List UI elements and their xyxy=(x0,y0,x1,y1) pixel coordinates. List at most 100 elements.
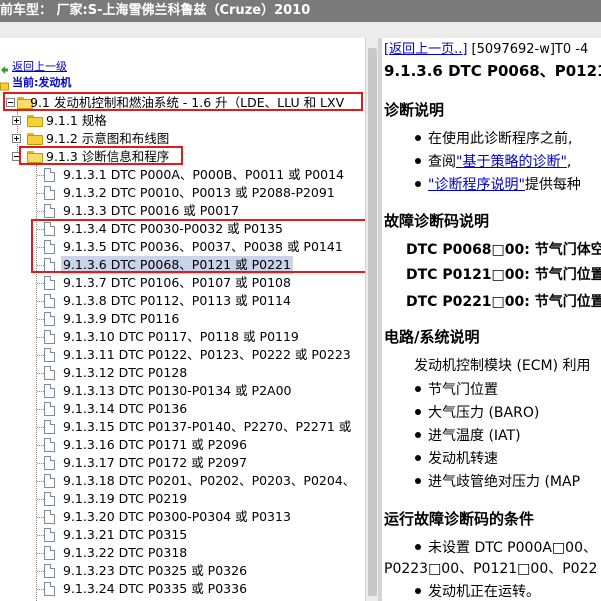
circuit-item: 进气歧管绝对压力 (MAP xyxy=(428,474,581,490)
folder-icon xyxy=(27,133,43,145)
tree-item-label[interactable]: 9.1.3.12 DTC P0128 xyxy=(63,364,187,382)
expand-toggle-icon[interactable] xyxy=(12,116,21,125)
back-page-link[interactable]: [返回上一页..] xyxy=(384,42,467,57)
doc-id: [5097692-w]T0 -4 xyxy=(467,42,589,57)
run-bullet-2: 发动机正在运转。 xyxy=(428,584,540,600)
tree-connector xyxy=(37,553,44,554)
highlight-box-folder xyxy=(19,146,183,165)
tree-item-label[interactable]: 9.1.3.7 DTC P0106、P0107 或 P0108 xyxy=(63,274,291,292)
bullet-icon xyxy=(415,181,421,187)
document-icon xyxy=(44,546,55,560)
content-pane: [返回上一页..] [5097692-w]T0 -4 9.1.3.6 DTC P… xyxy=(382,38,601,601)
tree-connector xyxy=(37,517,44,518)
bullet-icon xyxy=(415,455,421,461)
tree-item-label[interactable]: 9.1.3.24 DTC P0335 或 P0336 xyxy=(63,580,247,598)
tree-item-label[interactable]: 9.1.3.18 DTC P0201、P0202、P0203、P0204、 xyxy=(63,472,355,490)
tree-connector xyxy=(37,535,44,536)
tree-connector xyxy=(37,355,44,356)
tree-item-label[interactable]: 9.1.3.10 DTC P0117、P0118 或 P0119 xyxy=(63,328,299,346)
expand-toggle-icon[interactable] xyxy=(12,134,21,143)
diag-bullet-2-suffix: , xyxy=(566,154,572,170)
tree-connector xyxy=(37,499,44,500)
document-icon xyxy=(44,276,55,290)
dtc-3-text: DTC P0221□00: 节气门位置 xyxy=(406,294,601,310)
circuit-item: 节气门位置 xyxy=(428,382,498,398)
tree-item-label[interactable]: 9.1.3.14 DTC P0136 xyxy=(63,400,187,418)
procedure-description-link[interactable]: "诊断程序说明" xyxy=(428,177,525,193)
document-icon xyxy=(44,384,55,398)
bullet-icon xyxy=(415,386,421,392)
bullet-icon xyxy=(415,409,421,415)
tree-item-label[interactable]: 9.1.3.9 DTC P0116 xyxy=(63,310,179,328)
tree-item-label[interactable]: 9.1.3.11 DTC P0122、P0123、P0222 或 P0223 xyxy=(63,346,351,364)
title-bar: 前车型： 厂家:S-上海雪佛兰科鲁兹（Cruze）2010 xyxy=(0,0,601,22)
tree-item-label[interactable]: 9.1.3.13 DTC P0130-P0134 或 P2A00 xyxy=(63,382,292,400)
tree-connector xyxy=(37,463,44,464)
dtc-line-1: DTC P0068□00: 节气门体空 xyxy=(406,239,601,259)
document-icon xyxy=(44,510,55,524)
tree-connector xyxy=(37,427,44,428)
tree-item-label[interactable]: 9.1.3.8 DTC P0112、P0113 或 P0114 xyxy=(63,292,291,310)
tree-item-label[interactable]: 9.1.3.23 DTC P0325 或 P0326 xyxy=(63,562,247,580)
document-icon xyxy=(44,582,55,596)
section-heading-run-conditions: 运行故障诊断码的条件 xyxy=(384,510,535,528)
tree-connector xyxy=(37,571,44,572)
tree-connector xyxy=(37,175,44,176)
section-heading-diagnostics: 诊断说明 xyxy=(384,101,445,119)
scrollbar-thumb[interactable] xyxy=(368,48,377,596)
bullet-icon xyxy=(415,544,421,550)
tree-item-label[interactable]: 9.1.3.2 DTC P0010、P0013 或 P2088-P2091 xyxy=(63,184,335,202)
bullet-icon xyxy=(415,135,421,141)
tree-item-label[interactable]: 9.1.3.17 DTC P0172 或 P2097 xyxy=(63,454,247,472)
bullet-icon xyxy=(415,432,421,438)
circuit-intro: 发动机控制模块 (ECM) 利用 xyxy=(414,358,591,374)
diag-bullet-3: "诊断程序说明"提供每种 xyxy=(428,174,581,194)
tree-scrollbar[interactable] xyxy=(365,38,378,601)
document-icon xyxy=(44,564,55,578)
tree-connector xyxy=(37,211,44,212)
highlight-box-root xyxy=(3,92,363,111)
tree-item-label[interactable]: 9.1.3.21 DTC P0315 xyxy=(63,526,187,544)
run-bullet-1-continued: P0223□00、P0121□00、P022 xyxy=(384,561,598,577)
tree-item-label[interactable]: 9.1.3.22 DTC P0318 xyxy=(63,544,187,562)
tree-connector xyxy=(37,193,44,194)
diag-bullet-1: 在使用此诊断程序之前, xyxy=(428,131,573,147)
dtc-line-3: DTC P0221□00: 节气门位置 xyxy=(406,291,601,311)
document-icon xyxy=(44,186,55,200)
tree-connector xyxy=(37,481,44,482)
tree-pane: 返回上一级 当前:发动机 9.1 发动机控制和燃油系统 - 1.6 升（LDE、… xyxy=(0,38,378,601)
document-icon xyxy=(44,312,55,326)
tree-connector xyxy=(37,337,44,338)
document-icon xyxy=(44,474,55,488)
tree-item-label[interactable]: 9.1.3.15 DTC P0137-P0140、P2270、P2271 或 xyxy=(63,418,351,436)
document-icon xyxy=(44,294,55,308)
tree-item-label[interactable]: 9.1.3.3 DTC P0016 或 P0017 xyxy=(63,202,239,220)
tree-item-label[interactable]: 9.1.3.16 DTC P0171 或 P2096 xyxy=(63,436,247,454)
document-icon xyxy=(44,492,55,506)
bullet-icon xyxy=(415,478,421,484)
tree-folder-label[interactable]: 9.1.1 规格 xyxy=(46,112,107,130)
document-icon xyxy=(44,402,55,416)
vehicle-title: 前车型： 厂家:S-上海雪佛兰科鲁兹（Cruze）2010 xyxy=(0,3,311,18)
folder-icon xyxy=(27,115,43,127)
highlight-box-items xyxy=(31,219,368,273)
document-icon xyxy=(44,168,55,182)
strategy-diagnosis-link[interactable]: "基于策略的诊断" xyxy=(456,154,567,170)
section-heading-circuit: 电路/系统说明 xyxy=(384,328,480,346)
toolbar-band xyxy=(0,22,601,38)
document-icon xyxy=(44,438,55,452)
tree-connector xyxy=(37,319,44,320)
tree-item-label[interactable]: 9.1.3.20 DTC P0300-P0304 或 P0313 xyxy=(63,508,291,526)
bullet-icon xyxy=(415,588,421,594)
tree-item-label[interactable]: 9.1.3.1 DTC P000A、P000B、P0011 或 P0014 xyxy=(63,166,344,184)
diag-bullet-2-prefix: 查阅 xyxy=(428,154,456,170)
current-node-label: 当前:发动机 xyxy=(12,76,72,89)
dtc-line-2: DTC P0121□00: 节气门位置 xyxy=(406,264,601,284)
document-icon xyxy=(44,204,55,218)
bullet-icon xyxy=(415,158,421,164)
tree-item-label[interactable]: 9.1.3.19 DTC P0219 xyxy=(63,490,187,508)
document-icon xyxy=(44,366,55,380)
document-icon xyxy=(44,456,55,470)
tree-connector xyxy=(37,589,44,590)
dtc-1-text: DTC P0068□00: 节气门体空 xyxy=(406,242,601,258)
